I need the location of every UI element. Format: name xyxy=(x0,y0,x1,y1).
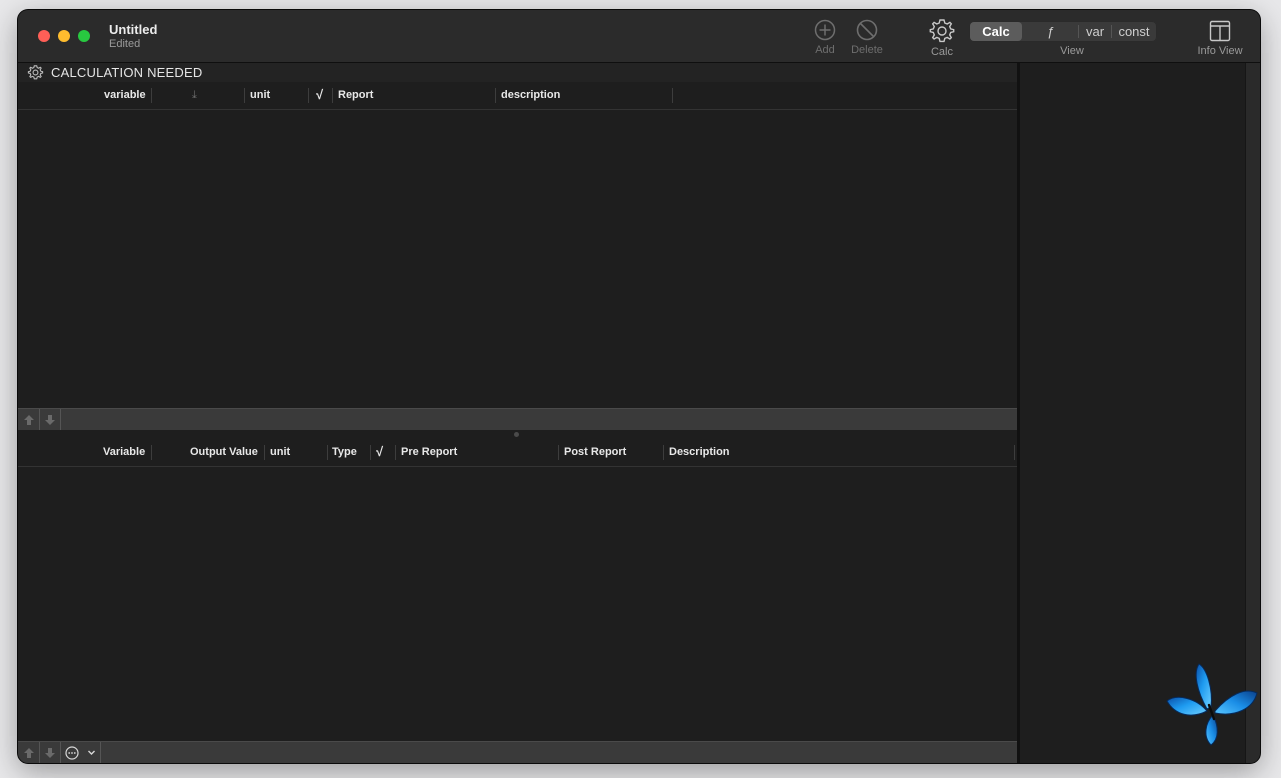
ellipsis-circle-icon xyxy=(64,745,79,760)
gear-icon[interactable] xyxy=(27,64,44,81)
column-separator xyxy=(495,88,496,103)
column-separator xyxy=(663,445,664,460)
info-view-label: Info View xyxy=(1197,45,1243,57)
calculation-status-text: CALCULATION NEEDED xyxy=(51,65,203,80)
view-caption: View xyxy=(1048,45,1096,57)
arrow-up-icon xyxy=(24,414,34,425)
column-type[interactable]: Type xyxy=(332,446,357,458)
toolbar: Untitled Edited Add Delete Calc Calc ƒ v… xyxy=(18,10,1260,63)
document-title: Untitled xyxy=(109,22,158,37)
info-view-pane xyxy=(1020,63,1245,763)
output-table-header: Variable Output Value unit Type √ Pre Re… xyxy=(18,439,1017,467)
column-separator xyxy=(1014,445,1015,460)
move-down-button[interactable] xyxy=(40,409,60,430)
segment-calc[interactable]: Calc xyxy=(970,22,1022,41)
app-window: Untitled Edited Add Delete Calc Calc ƒ v… xyxy=(18,10,1260,763)
column-separator xyxy=(151,88,152,103)
column-separator xyxy=(308,88,309,103)
column-separator xyxy=(370,445,371,460)
input-table-body[interactable] xyxy=(18,110,1017,408)
chevron-down-icon xyxy=(87,750,95,755)
sidebar-right-icon xyxy=(1209,20,1231,42)
column-separator xyxy=(558,445,559,460)
column-post-report[interactable]: Post Report xyxy=(564,446,626,458)
input-table-footer xyxy=(18,408,1017,430)
view-label: View xyxy=(1060,45,1084,57)
column-separator xyxy=(244,88,245,103)
close-window-button[interactable] xyxy=(38,30,50,42)
butterfly-icon xyxy=(1166,663,1258,746)
segment-var[interactable]: var xyxy=(1079,21,1111,42)
split-handle-dot xyxy=(514,432,519,437)
gear-icon xyxy=(929,19,955,43)
arrow-down-icon xyxy=(45,414,55,425)
column-separator xyxy=(672,88,673,103)
column-separator xyxy=(327,445,328,460)
column-pre-report[interactable]: Pre Report xyxy=(401,446,457,458)
column-separator xyxy=(332,88,333,103)
column-unit[interactable]: unit xyxy=(250,89,270,101)
segment-function[interactable]: ƒ xyxy=(1024,21,1078,42)
column-description[interactable]: description xyxy=(501,89,560,101)
column-separator xyxy=(264,445,265,460)
footer-separator xyxy=(60,409,61,430)
zoom-window-button[interactable] xyxy=(78,30,90,42)
move-down-button[interactable] xyxy=(40,742,60,763)
prohibited-icon xyxy=(856,19,878,41)
arrow-down-icon xyxy=(45,747,55,758)
plus-circle-icon xyxy=(814,19,836,41)
split-view-handle[interactable] xyxy=(18,430,1017,439)
arrow-up-icon xyxy=(24,747,34,758)
calc-label: Calc xyxy=(930,46,953,58)
move-up-button[interactable] xyxy=(19,742,39,763)
delete-label: Delete xyxy=(851,44,883,56)
column-output-value[interactable]: Output Value xyxy=(190,446,258,458)
segment-const[interactable]: const xyxy=(1112,21,1156,42)
column-report[interactable]: Report xyxy=(338,89,373,101)
input-table-header: variable ⤓ unit √ Report description xyxy=(18,82,1017,110)
output-table-body[interactable] xyxy=(18,467,1017,741)
output-table-footer xyxy=(18,741,1017,763)
calculation-status-bar: CALCULATION NEEDED xyxy=(18,63,1017,83)
move-up-button[interactable] xyxy=(19,409,39,430)
column-variable[interactable]: Variable xyxy=(103,446,145,458)
minimize-window-button[interactable] xyxy=(58,30,70,42)
view-segmented-control[interactable]: Calc ƒ var const xyxy=(969,21,1157,42)
column-check[interactable]: √ xyxy=(376,444,383,459)
add-label: Add xyxy=(815,44,835,56)
column-input-value[interactable]: ⤓ xyxy=(192,89,197,102)
column-separator xyxy=(395,445,396,460)
footer-separator xyxy=(100,742,101,763)
delete-button[interactable]: Delete xyxy=(847,19,887,56)
column-unit[interactable]: unit xyxy=(270,446,290,458)
column-description[interactable]: Description xyxy=(669,446,730,458)
calc-button[interactable]: Calc xyxy=(926,17,958,58)
add-button[interactable]: Add xyxy=(812,19,838,56)
document-status: Edited xyxy=(109,38,141,50)
main-pane: CALCULATION NEEDED variable ⤓ unit √ Rep… xyxy=(18,63,1017,763)
info-view-button[interactable]: Info View xyxy=(1192,20,1248,57)
column-separator xyxy=(151,445,152,460)
options-menu-button[interactable] xyxy=(60,742,100,763)
info-view-scrollbar[interactable] xyxy=(1245,63,1260,763)
column-check[interactable]: √ xyxy=(316,87,323,102)
column-variable[interactable]: variable xyxy=(104,89,146,101)
